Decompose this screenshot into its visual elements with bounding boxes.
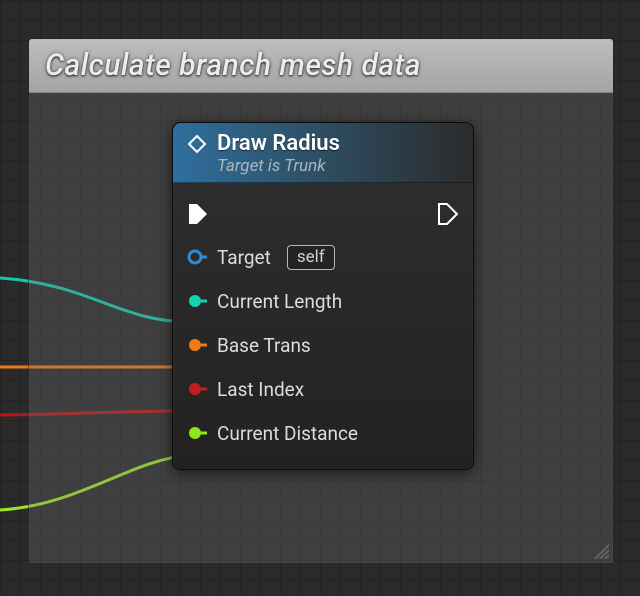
node-body: Target self Current Length Base Trans <box>173 183 473 469</box>
node-header[interactable]: Draw Radius Target is Trunk <box>173 123 473 183</box>
node-title: Draw Radius <box>217 131 340 156</box>
pin-label: Current Length <box>217 290 342 313</box>
pin-label: Current Distance <box>217 422 358 445</box>
pin-icon-float <box>187 291 207 311</box>
exec-input-pin[interactable] <box>187 202 209 226</box>
pin-icon-int <box>187 379 207 399</box>
exec-output-pin[interactable] <box>437 202 459 226</box>
pin-current-distance[interactable]: Current Distance <box>187 411 459 455</box>
pin-label: Target <box>217 246 271 269</box>
pin-last-index[interactable]: Last Index <box>187 367 459 411</box>
pin-icon-transform <box>187 335 207 355</box>
pin-base-trans[interactable]: Base Trans <box>187 323 459 367</box>
pin-label: Last Index <box>217 378 304 401</box>
pin-current-length[interactable]: Current Length <box>187 279 459 323</box>
pin-target[interactable]: Target self <box>187 235 459 279</box>
comment-header[interactable]: Calculate branch mesh data <box>29 39 613 93</box>
pin-icon-object <box>187 247 207 267</box>
function-icon <box>187 134 207 154</box>
resize-grip-icon[interactable] <box>591 541 609 559</box>
blueprint-node[interactable]: Draw Radius Target is Trunk Target self <box>172 122 474 470</box>
pin-icon-float <box>187 423 207 443</box>
self-badge[interactable]: self <box>287 245 335 270</box>
pin-label: Base Trans <box>217 334 311 357</box>
comment-title: Calculate branch mesh data <box>45 48 421 83</box>
node-subtitle: Target is Trunk <box>217 156 459 176</box>
